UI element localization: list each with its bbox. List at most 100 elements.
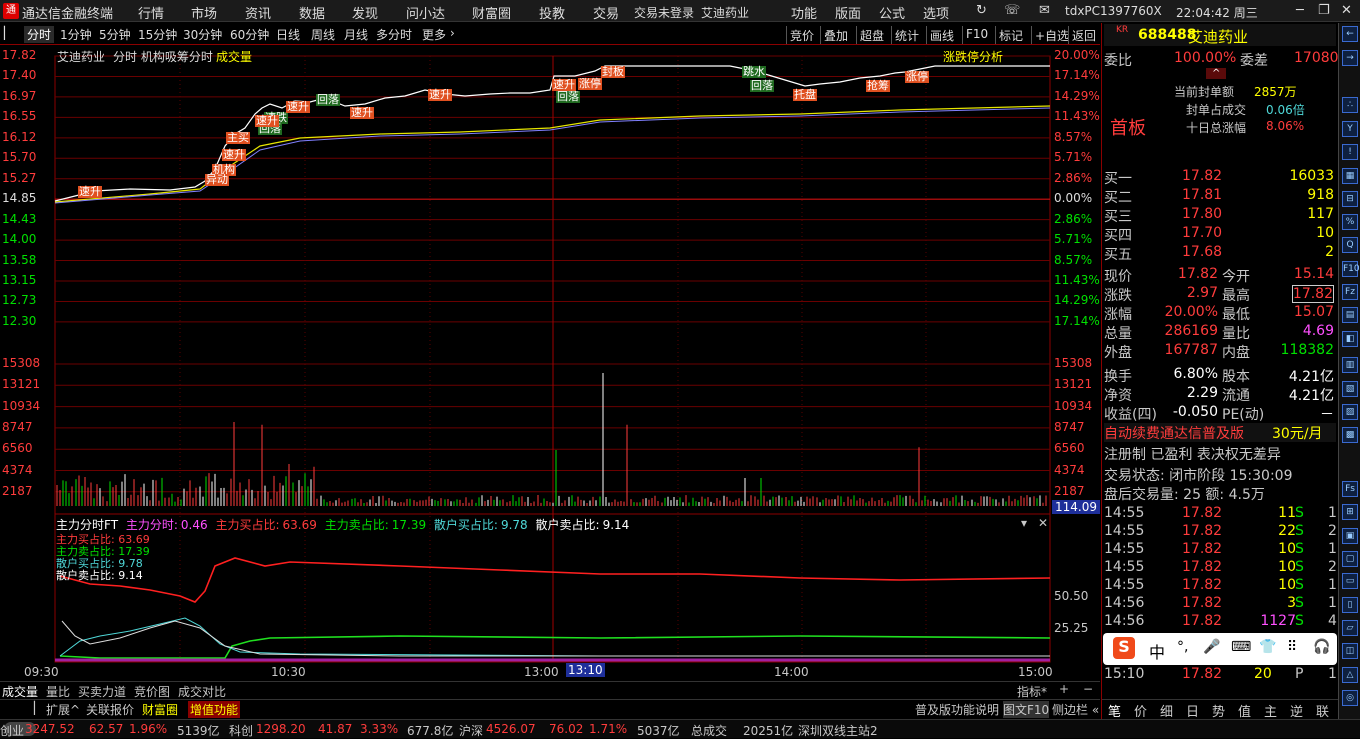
menu-faxian[interactable]: 发现 [352, 3, 378, 22]
period-month[interactable]: 月线 [344, 26, 368, 43]
period-15min[interactable]: 15分钟 [138, 26, 177, 43]
bid-row[interactable]: 买三 17.80 117 [1104, 206, 1336, 225]
period-fenshi[interactable]: 分时 [24, 26, 55, 43]
tuwen-f10[interactable]: 图文F10 [1003, 701, 1050, 718]
refresh-icon[interactable]: ↻ [976, 3, 987, 18]
tab-buysell-force[interactable]: 买卖力道 [78, 683, 126, 700]
close-icon[interactable]: ✕ [1341, 3, 1352, 18]
menu-zixun[interactable]: 资讯 [245, 3, 271, 22]
tab-wealth[interactable]: 财富圈 [142, 701, 178, 718]
sidebar-toggle[interactable]: 侧边栏 « [1052, 701, 1099, 718]
right-tab[interactable]: 联 [1316, 701, 1329, 720]
tool-icon-9[interactable]: Fz [1342, 284, 1358, 300]
menu-gongneng[interactable]: 功能 [791, 3, 817, 22]
event-flag[interactable]: 速升 [78, 186, 102, 198]
menu-shuju[interactable]: 数据 [299, 3, 325, 22]
event-flag[interactable]: 速升 [552, 79, 576, 91]
tool-huaxian[interactable]: 画线 [926, 26, 957, 44]
event-flag[interactable]: 涨停 [578, 78, 602, 90]
menu-wenxiaoda[interactable]: 问小达 [406, 3, 445, 22]
period-more[interactable]: 更多 [422, 26, 446, 43]
chevron-right-icon[interactable]: › [450, 26, 455, 40]
scroll-left-icon[interactable]: ▏ [4, 26, 13, 40]
tab-volume-ratio[interactable]: 量比 [46, 683, 70, 700]
server-line[interactable]: 深圳双线主站2 [798, 722, 878, 739]
right-tab[interactable]: 逆 [1290, 701, 1303, 720]
tool-icon-15[interactable]: ▩ [1342, 427, 1358, 443]
ime-keyboard-icon[interactable]: ⌨ [1231, 639, 1251, 655]
tool-icon-21[interactable]: ▯ [1342, 597, 1358, 613]
ime-punct-icon[interactable]: °, [1177, 639, 1188, 655]
back-icon[interactable]: ← [1342, 26, 1358, 42]
event-flag[interactable]: 速升 [255, 115, 279, 127]
tool-icon-13[interactable]: ▧ [1342, 381, 1358, 397]
tool-icon-20[interactable]: ▭ [1342, 573, 1358, 589]
tool-icon-1[interactable]: ∴ [1342, 97, 1358, 113]
bid-row[interactable]: 买五 17.68 2 [1104, 244, 1336, 263]
right-tab[interactable]: 主 [1264, 701, 1277, 720]
expand-icon[interactable]: ▏ [34, 701, 43, 715]
ime-chinese-mode[interactable]: 中 [1149, 639, 1165, 663]
tool-icon-8[interactable]: F10 [1342, 261, 1360, 277]
tool-fanhui[interactable]: 返回 [1068, 26, 1099, 44]
menu-caifuquan[interactable]: 财富圈 [472, 3, 511, 22]
bid-row[interactable]: 买四 17.70 10 [1104, 225, 1336, 244]
tool-icon-22[interactable]: ▱ [1342, 620, 1358, 636]
event-flag[interactable]: 速升 [428, 89, 452, 101]
tab-auction-chart[interactable]: 竞价图 [134, 683, 170, 700]
period-1min[interactable]: 1分钟 [60, 26, 92, 43]
zoom-in-icon[interactable]: + [1059, 682, 1069, 696]
tool-f10[interactable]: F10 [962, 26, 991, 44]
event-flag[interactable]: 回落 [556, 91, 580, 103]
zoom-out-icon[interactable]: − [1083, 682, 1093, 696]
indicator-dropdown-icon[interactable]: ▾ [1021, 516, 1027, 530]
ad-row-1[interactable]: 自动续费通达信普及版 30元/月 [1104, 423, 1336, 442]
period-30min[interactable]: 30分钟 [183, 26, 222, 43]
event-flag[interactable]: 速升 [350, 107, 374, 119]
menu-xuanxiang[interactable]: 选项 [923, 3, 949, 22]
tool-icon-16[interactable]: Fs [1342, 481, 1358, 497]
tool-icon-2[interactable]: Y [1342, 121, 1358, 137]
tab-value-added[interactable]: 增值功能 [188, 701, 241, 718]
menu-shichang[interactable]: 市场 [191, 3, 217, 22]
event-flag[interactable]: 速升 [286, 101, 310, 113]
tool-icon-18[interactable]: ▣ [1342, 528, 1358, 544]
tab-deal-compare[interactable]: 成交对比 [178, 683, 226, 700]
event-flag[interactable]: 涨停 [905, 71, 929, 83]
period-multi[interactable]: 多分时 [376, 26, 412, 43]
period-5min[interactable]: 5分钟 [99, 26, 131, 43]
tool-icon-23[interactable]: ◫ [1342, 643, 1358, 659]
tool-icon-24[interactable]: △ [1342, 667, 1358, 683]
tab-expand[interactable]: 扩展^ [46, 701, 80, 718]
right-tab[interactable]: 势 [1212, 701, 1225, 720]
right-tab[interactable]: 值 [1238, 701, 1251, 720]
menu-toujiao[interactable]: 投教 [539, 3, 565, 22]
right-tab[interactable]: 价 [1134, 701, 1147, 720]
right-tab[interactable]: 细 [1160, 701, 1173, 720]
pujiban-info[interactable]: 普及版功能说明 [915, 701, 999, 718]
tool-icon-12[interactable]: ▥ [1342, 357, 1358, 373]
indicator-close-icon[interactable]: ✕ [1038, 516, 1048, 530]
ime-voice-icon[interactable]: 🎤 [1203, 639, 1220, 655]
stock-tag[interactable]: 艾迪药业 [701, 4, 749, 21]
tool-icon-14[interactable]: ▨ [1342, 404, 1358, 420]
collapse-icon[interactable]: ^ [1206, 68, 1227, 79]
event-flag[interactable]: 回落 [750, 80, 774, 92]
phone-icon[interactable]: ☏ [1004, 3, 1020, 18]
tool-tongji[interactable]: 统计 [891, 26, 922, 44]
event-flag[interactable]: 封板 [601, 66, 625, 78]
event-flag[interactable]: 抢筹 [866, 80, 890, 92]
ime-skin-icon[interactable]: 👕 [1259, 639, 1276, 655]
right-tab[interactable]: 日 [1186, 701, 1199, 720]
idx-cyb-name[interactable]: 创业 [0, 722, 24, 739]
intraday-chart[interactable]: 艾迪药业 分时 机构吸筹分时 成交量 涨跌停分析 17.82 20.00% 17.4… [0, 46, 1100, 679]
menu-hangqing[interactable]: 行情 [138, 3, 164, 22]
tool-icon-25[interactable]: ◎ [1342, 690, 1358, 706]
bid-row[interactable]: 买二 17.81 918 [1104, 187, 1336, 206]
forward-icon[interactable]: → [1342, 50, 1358, 66]
ime-toolbar[interactable]: S 中 °, 🎤 ⌨ 👕 ⠿ 🎧 [1103, 633, 1337, 665]
tool-icon-3[interactable]: ! [1342, 144, 1358, 160]
period-week[interactable]: 周线 [311, 26, 335, 43]
right-tab[interactable]: 笔 [1108, 701, 1121, 720]
idx-hs-name[interactable]: 沪深 [459, 722, 483, 739]
